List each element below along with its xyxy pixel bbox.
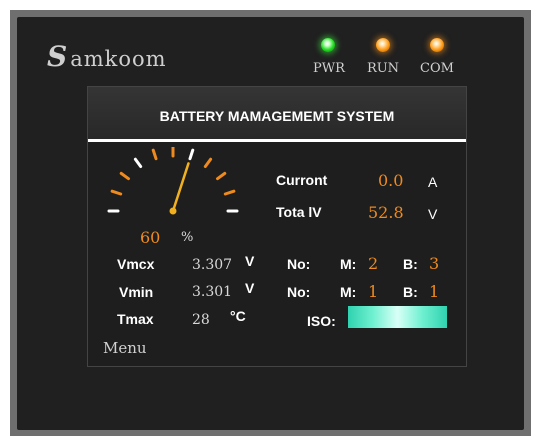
gauge-tick <box>119 171 131 181</box>
gauge-tick <box>215 171 227 181</box>
screen-title: BATTERY MAMAGEMEMT SYSTEM <box>159 108 395 124</box>
gauge-tick <box>151 148 158 161</box>
soc-gauge <box>107 147 239 215</box>
current-value: 0.0 <box>378 171 404 190</box>
pwr-led-label: PWR <box>313 61 345 76</box>
menu-button[interactable]: Menu <box>103 339 147 357</box>
brand-name: amkoom <box>70 47 167 71</box>
vmax-no-label: No: <box>287 256 311 272</box>
vmin-no-label: No: <box>287 284 311 300</box>
run-led-icon <box>376 38 390 52</box>
tmax-value: 28 <box>192 312 210 328</box>
iso-bar <box>348 306 447 328</box>
vmin-value: 3.301 <box>192 284 233 300</box>
gauge-tick <box>133 157 143 169</box>
gauge-hub <box>169 207 177 215</box>
iso-label: ISO: <box>307 313 336 329</box>
vmin-b-label: B: <box>403 284 418 300</box>
soc-unit: % <box>181 230 194 245</box>
vmax-b-label: B: <box>403 256 418 272</box>
run-led-label: RUN <box>366 61 400 76</box>
gauge-tick <box>203 157 213 169</box>
gauge-ticks <box>107 147 239 213</box>
vmax-m-label: M: <box>340 256 357 272</box>
gauge-tick <box>223 189 236 196</box>
vmin-label: Vmin <box>119 284 154 300</box>
vmax-b-value: 3 <box>429 254 440 273</box>
vmin-unit: V <box>245 280 255 296</box>
vmax-m-value: 2 <box>368 254 379 273</box>
com-led-icon <box>430 38 444 52</box>
current-unit: A <box>428 174 438 190</box>
header-divider <box>88 139 466 142</box>
vmax-label: Vmcx <box>117 256 155 272</box>
vmin-b-value: 1 <box>429 282 440 301</box>
com-led-label: COM <box>420 61 454 76</box>
soc-value: 60 <box>140 228 161 247</box>
gauge-tick <box>188 148 195 161</box>
brand-initial: S <box>47 40 69 73</box>
vmax-value: 3.307 <box>192 257 233 273</box>
gauge-tick <box>110 189 123 196</box>
brand-logo: Samkoom <box>47 40 167 73</box>
vmin-m-value: 1 <box>368 282 379 301</box>
pwr-led-icon <box>321 38 335 52</box>
lcd-screen: BATTERY MAMAGEMEMT SYSTEM 60 % Curront 0… <box>87 86 467 367</box>
total-voltage-label: Tota lV <box>276 204 322 220</box>
current-label: Curront <box>276 172 328 188</box>
vmin-m-label: M: <box>340 284 357 300</box>
tmax-unit: °C <box>230 308 246 324</box>
gauge-needle <box>171 162 190 213</box>
total-voltage-value: 52.8 <box>368 203 404 222</box>
total-voltage-unit: V <box>428 206 438 222</box>
vmax-unit: V <box>245 253 255 269</box>
tmax-label: Tmax <box>117 311 154 327</box>
